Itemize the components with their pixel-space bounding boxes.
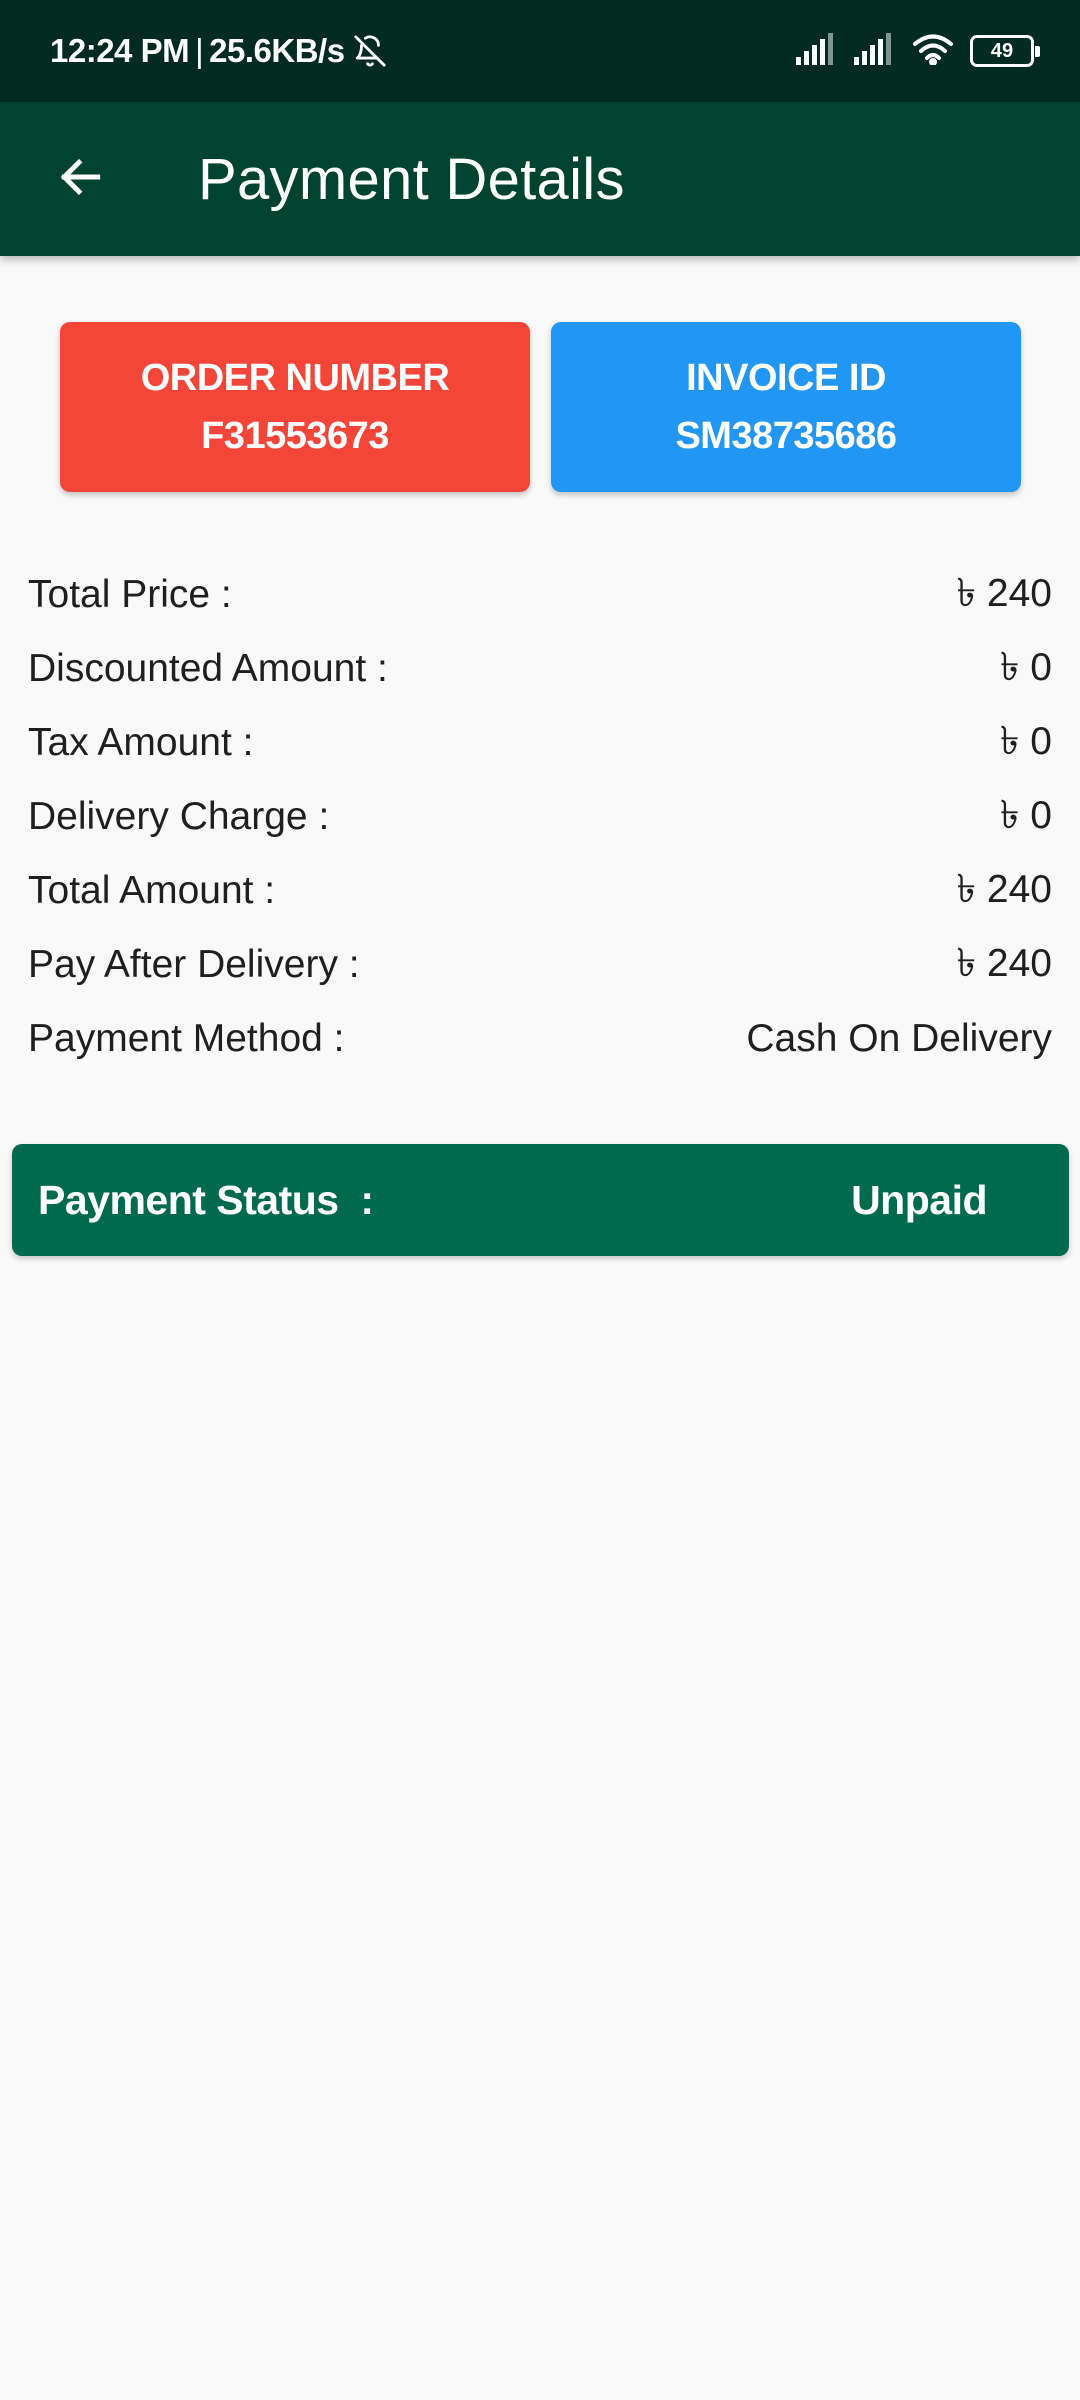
- detail-label: Discounted Amount :: [28, 647, 388, 690]
- status-left: 12:24 PM | 25.6KB/s: [50, 32, 387, 70]
- detail-value: ৳ 240: [956, 571, 1052, 615]
- order-number-label: ORDER NUMBER: [140, 357, 450, 399]
- status-bar: 12:24 PM | 25.6KB/s 49: [0, 0, 1080, 102]
- status-time: 12:24 PM: [50, 32, 190, 69]
- invoice-id-label: INVOICE ID: [686, 357, 886, 399]
- detail-value: ৳ 0: [1000, 793, 1052, 837]
- signal-icon: [796, 32, 838, 70]
- invoice-id-card: INVOICE ID SM38735686: [551, 322, 1021, 492]
- signal-icon: [854, 32, 896, 70]
- detail-row-tax-amount: Tax Amount : ৳ 0: [28, 706, 1052, 780]
- detail-label: Payment Method :: [28, 1017, 345, 1060]
- detail-row-pay-after-delivery: Pay After Delivery : ৳ 240: [28, 928, 1052, 1002]
- detail-value: ৳ 240: [956, 941, 1052, 985]
- detail-label: Total Amount :: [28, 869, 276, 912]
- app-bar: Payment Details: [0, 102, 1080, 256]
- detail-value: ৳ 0: [1000, 645, 1052, 689]
- detail-label: Delivery Charge :: [28, 795, 330, 838]
- detail-row-delivery-charge: Delivery Charge : ৳ 0: [28, 780, 1052, 854]
- detail-row-total-price: Total Price : ৳ 240: [28, 558, 1052, 632]
- battery-level: 49: [990, 39, 1014, 62]
- wifi-icon: [912, 33, 954, 70]
- payment-details-list: Total Price : ৳ 240 Discounted Amount : …: [28, 558, 1052, 1076]
- detail-value: Cash On Delivery: [746, 1017, 1052, 1060]
- detail-row-payment-method: Payment Method : Cash On Delivery: [28, 1002, 1052, 1076]
- arrow-left-icon: [56, 152, 106, 207]
- detail-value: ৳ 0: [1000, 719, 1052, 763]
- back-button[interactable]: [44, 142, 118, 216]
- battery-icon: 49: [970, 35, 1040, 67]
- detail-row-discounted-amount: Discounted Amount : ৳ 0: [28, 632, 1052, 706]
- order-number-card: ORDER NUMBER F31553673: [60, 322, 530, 492]
- bell-off-icon: [353, 34, 387, 68]
- page-title: Payment Details: [198, 146, 625, 212]
- status-right: 49: [796, 32, 1040, 70]
- invoice-id-value: SM38735686: [675, 415, 897, 457]
- detail-value: ৳ 240: [956, 867, 1052, 911]
- payment-status-value: Unpaid: [851, 1176, 987, 1223]
- payment-status-card: Payment Status : Unpaid: [12, 1144, 1069, 1256]
- detail-label: Total Price :: [28, 573, 232, 616]
- order-number-value: F31553673: [201, 415, 389, 457]
- status-separator: |: [195, 32, 204, 69]
- payment-status-label: Payment Status :: [38, 1176, 374, 1223]
- detail-row-total-amount: Total Amount : ৳ 240: [28, 854, 1052, 928]
- detail-label: Tax Amount :: [28, 721, 254, 764]
- network-speed: 25.6KB/s: [209, 32, 345, 69]
- detail-label: Pay After Delivery :: [28, 943, 360, 986]
